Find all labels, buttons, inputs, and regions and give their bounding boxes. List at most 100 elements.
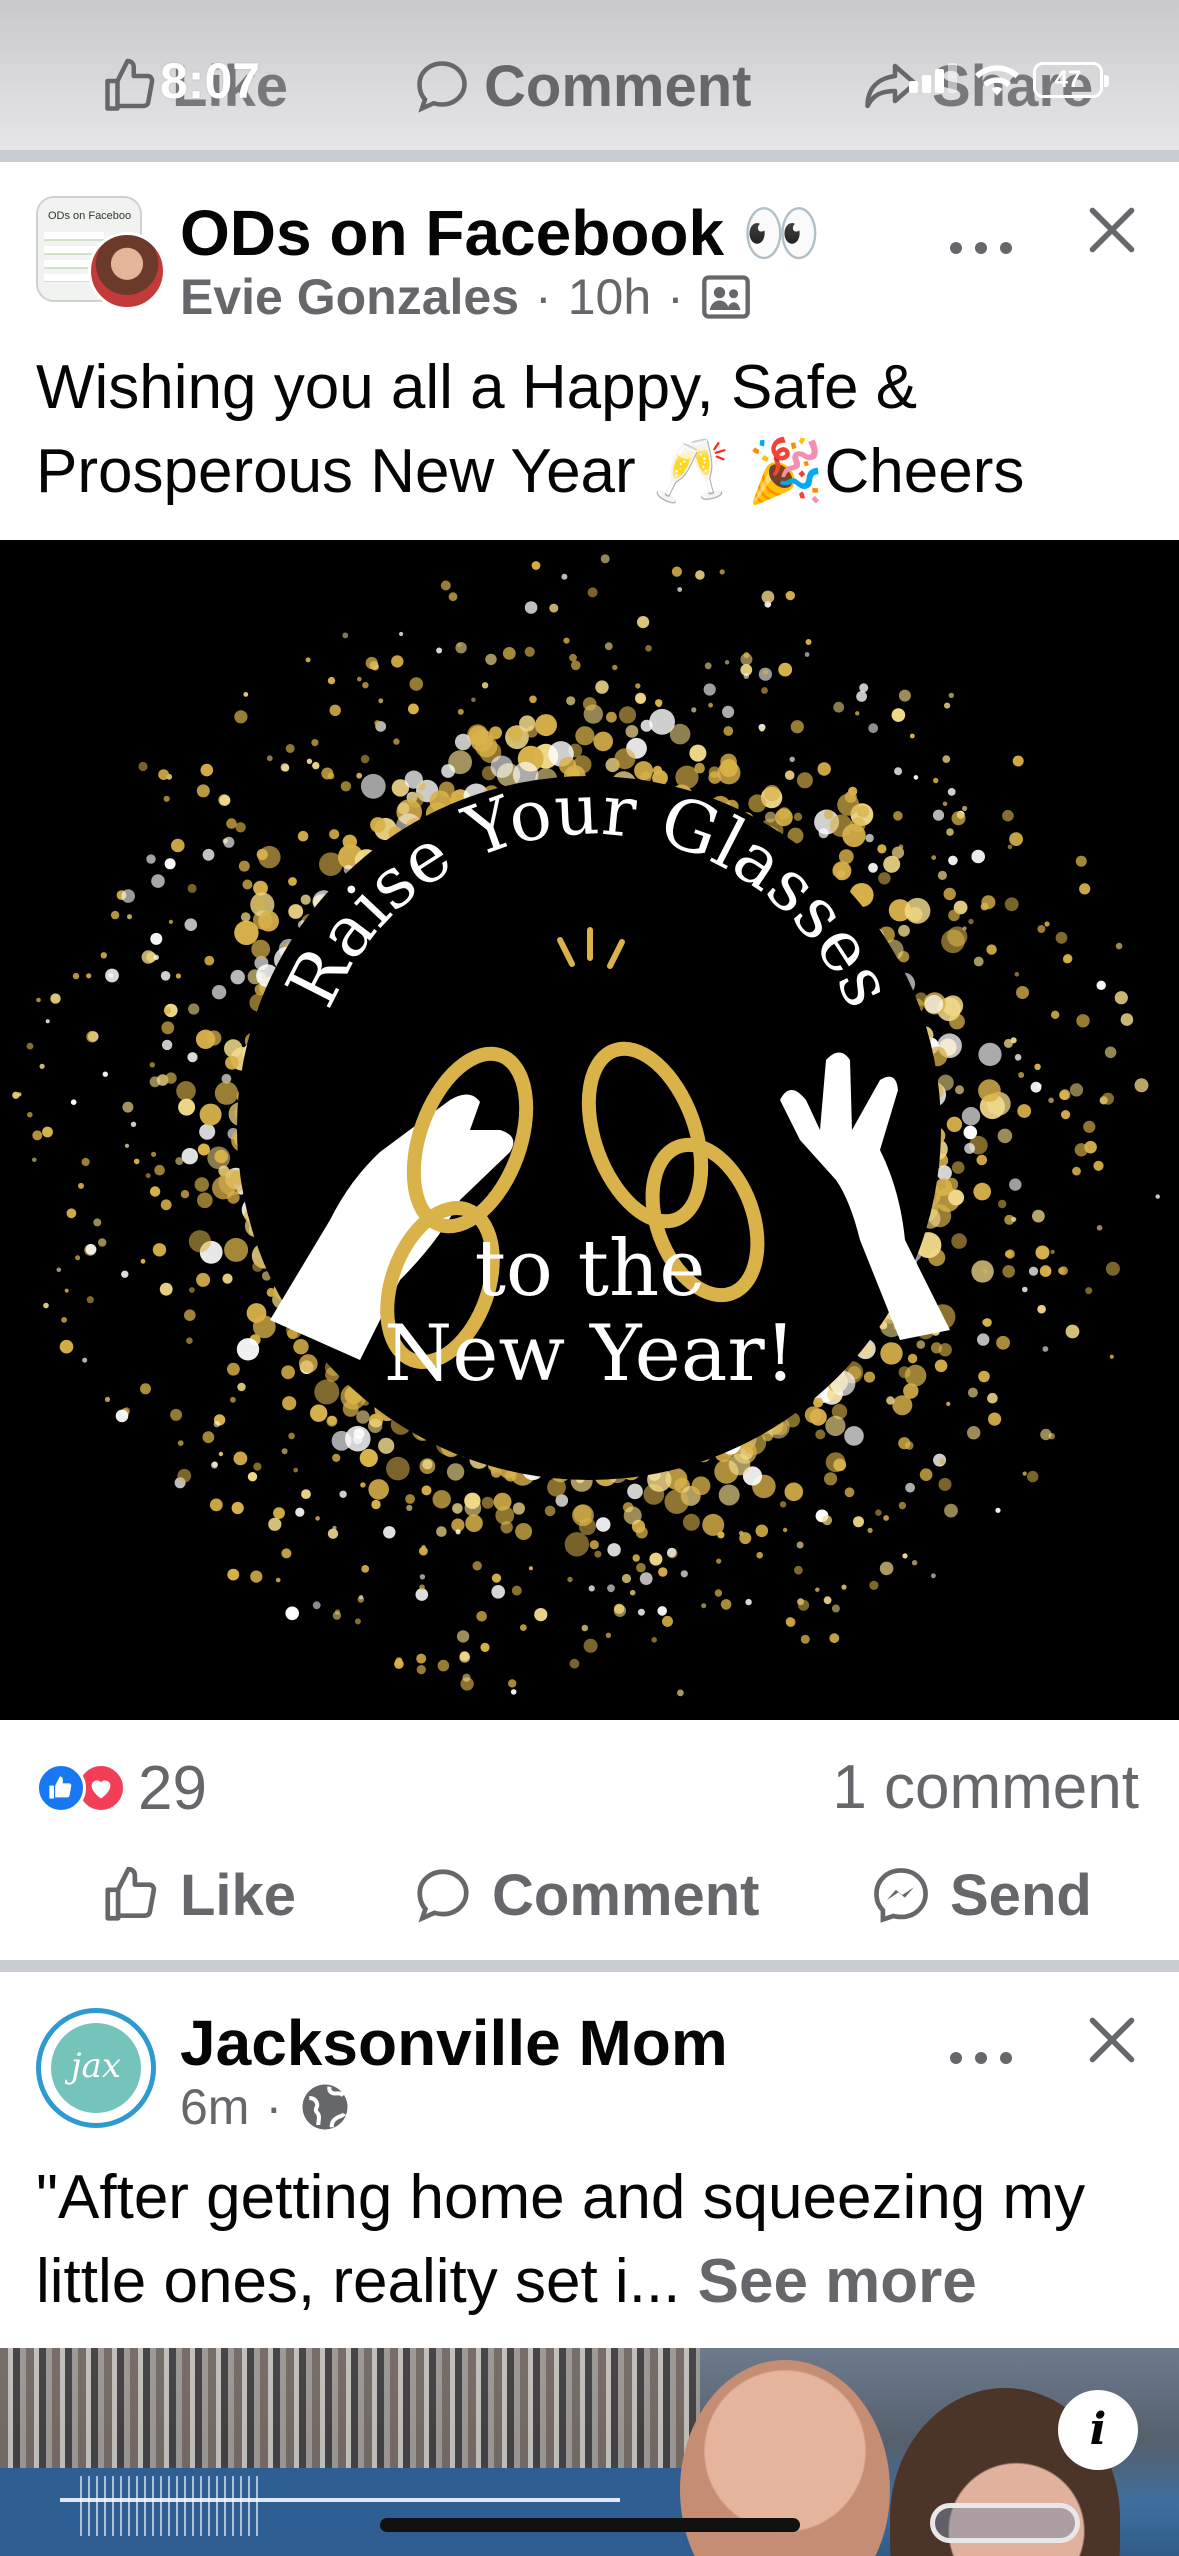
prev-comment-button[interactable]: Comment bbox=[412, 48, 751, 124]
glitter-dot bbox=[360, 773, 386, 799]
status-time: 8:07 bbox=[160, 53, 261, 109]
glitter-dot bbox=[480, 1642, 490, 1652]
page-name[interactable]: Jacksonville Mom bbox=[180, 2006, 728, 2080]
glitter-dot bbox=[231, 1501, 244, 1515]
glitter-dot bbox=[996, 1335, 1010, 1350]
page-avatar[interactable]: jax bbox=[36, 2008, 156, 2128]
glitter-dot bbox=[378, 698, 384, 704]
glitter-dot bbox=[160, 1199, 172, 1211]
glitter-dot bbox=[618, 706, 637, 724]
glitter-dot bbox=[529, 695, 537, 704]
glitter-dot bbox=[635, 683, 641, 689]
glitter-dot bbox=[945, 1177, 959, 1191]
glitter-dot bbox=[677, 587, 683, 592]
glitter-dot bbox=[1065, 1324, 1080, 1339]
glitter-dot bbox=[1083, 1120, 1096, 1133]
glitter-dot bbox=[951, 1161, 965, 1174]
glitter-dot bbox=[902, 1553, 908, 1559]
author-avatar[interactable] bbox=[88, 232, 166, 310]
glitter-dot bbox=[329, 829, 340, 840]
glitter-dot bbox=[233, 1451, 248, 1466]
like-button[interactable]: Like bbox=[100, 1850, 296, 1940]
glitter-dot bbox=[194, 1177, 209, 1192]
post1-image[interactable]: Raise Your Glasses to the New Year! bbox=[0, 540, 1179, 1720]
dot-icon bbox=[1000, 2052, 1012, 2064]
glitter-dot bbox=[649, 708, 675, 735]
glitter-dot bbox=[951, 1233, 967, 1249]
glitter-dot bbox=[708, 766, 721, 778]
glitter-dot bbox=[171, 838, 185, 853]
glitter-dot bbox=[70, 1099, 77, 1105]
glitter-dot bbox=[1105, 1261, 1120, 1276]
glitter-dot bbox=[406, 1504, 413, 1511]
glitter-dot bbox=[121, 889, 135, 903]
post2-close-icon[interactable] bbox=[1086, 2014, 1138, 2066]
post-time[interactable]: 6m bbox=[180, 2078, 249, 2136]
glitter-dot bbox=[842, 823, 866, 848]
glitter-dot bbox=[524, 601, 538, 614]
glitter-dot bbox=[745, 1598, 752, 1606]
post-time[interactable]: 10h bbox=[568, 268, 651, 326]
post1-close-icon[interactable] bbox=[1086, 204, 1138, 256]
glitter-dot bbox=[281, 1365, 295, 1380]
glitter-dot bbox=[904, 897, 931, 924]
glitter-dot bbox=[1079, 883, 1091, 895]
home-indicator[interactable] bbox=[380, 2518, 800, 2532]
glitter-dot bbox=[853, 1516, 864, 1528]
comment-button[interactable]: Comment bbox=[412, 1850, 759, 1940]
glitter-dot bbox=[655, 699, 663, 707]
glitter-dot bbox=[948, 855, 958, 866]
glitter-dot bbox=[904, 1364, 927, 1387]
glitter-dot bbox=[342, 1400, 359, 1417]
glitter-dot bbox=[200, 763, 214, 777]
glitter-dot bbox=[1055, 931, 1068, 944]
glitter-dot bbox=[566, 696, 576, 706]
glitter-dot bbox=[237, 1382, 246, 1392]
glitter-dot bbox=[593, 731, 613, 752]
post2-more-button[interactable] bbox=[950, 2038, 1012, 2078]
glitter-dot bbox=[1096, 1225, 1103, 1231]
glitter-dot bbox=[1037, 925, 1046, 933]
glitter-dot bbox=[202, 1431, 215, 1444]
post1-more-button[interactable] bbox=[950, 228, 1012, 268]
glitter-dot bbox=[677, 1689, 684, 1697]
glitter-dot bbox=[133, 1158, 140, 1165]
glitter-dot bbox=[606, 711, 617, 723]
glitter-dot bbox=[490, 755, 513, 778]
reaction-summary[interactable]: 29 bbox=[36, 1750, 207, 1826]
glitter-dot bbox=[56, 1267, 62, 1273]
send-button[interactable]: Send bbox=[870, 1850, 1092, 1940]
glitter-dot bbox=[824, 809, 834, 820]
see-more-link[interactable]: See more bbox=[698, 2247, 977, 2316]
glitter-dot bbox=[891, 708, 906, 722]
page-avatar-text: jax bbox=[51, 2023, 141, 2113]
glitter-dot bbox=[938, 1477, 952, 1491]
glitter-dot bbox=[762, 669, 769, 675]
comment-icon bbox=[417, 1869, 469, 1923]
glitter-dot bbox=[227, 1568, 240, 1581]
glitter-dot bbox=[1120, 1013, 1134, 1026]
glitter-dot bbox=[188, 1003, 200, 1015]
glitter-dot bbox=[946, 1116, 963, 1132]
glitter-dot bbox=[613, 1604, 627, 1617]
glitter-dot bbox=[879, 1561, 894, 1576]
glitter-dot bbox=[637, 616, 650, 629]
glitter-dot bbox=[331, 1430, 352, 1451]
glitter-dot bbox=[252, 1261, 263, 1272]
glitter-dot bbox=[72, 972, 80, 980]
glitter-dot bbox=[1007, 844, 1013, 850]
glitter-dot bbox=[1022, 1471, 1027, 1476]
glitter-dot bbox=[441, 764, 455, 778]
glitter-dot bbox=[1114, 991, 1128, 1005]
info-button[interactable]: i bbox=[1058, 2390, 1138, 2470]
group-name[interactable]: ODs on Facebook 👀 bbox=[180, 196, 822, 271]
glitter-dot bbox=[368, 1479, 390, 1500]
author-name[interactable]: Evie Gonzales bbox=[180, 268, 519, 326]
meta-separator: · bbox=[265, 2079, 283, 2135]
glitter-dot bbox=[1027, 1470, 1039, 1483]
comment-count[interactable]: 1 comment bbox=[832, 1752, 1139, 1823]
glitter-dot bbox=[1051, 1010, 1060, 1019]
glitter-dot bbox=[868, 862, 878, 873]
glitter-dot bbox=[804, 652, 810, 657]
glitter-dot bbox=[704, 662, 712, 670]
